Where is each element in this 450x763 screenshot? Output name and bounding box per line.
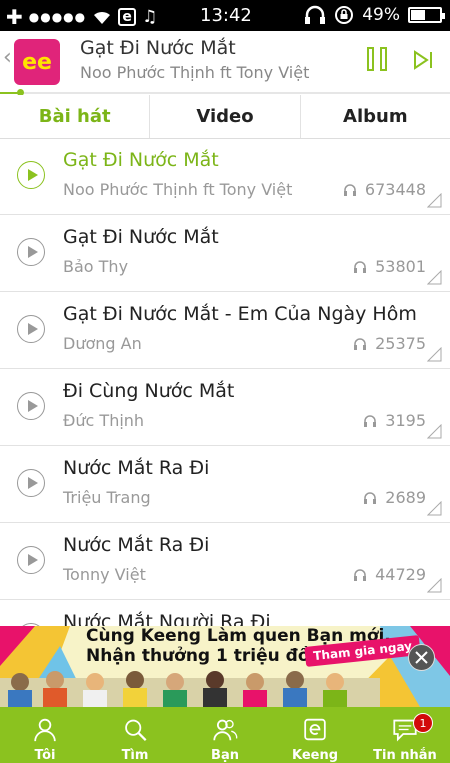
headphones-icon (354, 568, 367, 581)
pause-button[interactable] (367, 47, 391, 73)
headphones-icon (364, 491, 377, 504)
add-icon: ✚ (6, 5, 23, 29)
song-artist: Noo Phước Thịnh ft Tony Việt (63, 180, 293, 199)
nav-tim[interactable]: Tìm (90, 707, 180, 763)
person-icon (34, 718, 56, 742)
song-artist: Tonny Việt (63, 565, 146, 584)
listen-count: 673448 (343, 180, 426, 199)
tab-video[interactable]: Video (150, 95, 301, 138)
wifi-icon (94, 11, 111, 24)
song-row[interactable]: Nước Mắt Ra Đi Tonny Việt 44729 (0, 523, 450, 600)
more-options-icon[interactable] (427, 347, 442, 362)
song-row[interactable]: Gạt Đi Nước Mắt Noo Phước Thịnh ft Tony V… (0, 138, 450, 215)
play-icon[interactable] (17, 392, 45, 420)
ad-close-button[interactable] (408, 644, 435, 671)
tab-bar: Bài hát Video Album (0, 95, 450, 139)
more-options-icon[interactable] (427, 578, 442, 593)
song-title: Gạt Đi Nước Mắt - Em Của Ngày Hôm (63, 303, 417, 325)
listen-count: 53801 (353, 257, 426, 276)
more-options-icon[interactable] (427, 193, 442, 208)
song-title: Gạt Đi Nước Mắt (63, 149, 219, 171)
song-title: Gạt Đi Nước Mắt (63, 226, 219, 248)
listen-count: 2689 (363, 488, 426, 507)
status-bar: ✚ ●●●●● e ♫ 13:42 49% (0, 0, 450, 31)
more-options-icon[interactable] (427, 270, 442, 285)
now-playing-title: Gạt Đi Nước Mắt (80, 37, 236, 59)
listen-count: 44729 (353, 565, 426, 584)
playback-progress[interactable] (0, 92, 450, 94)
nav-ban[interactable]: Bạn (180, 707, 270, 763)
ad-banner[interactable]: Cùng Keeng Làm quen Bạn mới. Nhận thưởng… (0, 626, 450, 707)
song-title: Nước Mắt Ra Đi (63, 534, 210, 556)
headphones-icon (364, 414, 377, 427)
close-icon (415, 651, 428, 664)
tab-bai-hat[interactable]: Bài hát (0, 95, 151, 138)
play-icon[interactable] (17, 315, 45, 343)
song-title: Đi Cùng Nước Mắt (63, 380, 235, 402)
back-chevron-icon[interactable]: ‹ (3, 45, 12, 70)
keeng-notification-icon: e (118, 8, 137, 26)
battery-percent: 49% (362, 5, 400, 25)
play-icon[interactable] (17, 238, 45, 266)
keeng-icon (304, 718, 326, 741)
nav-toi[interactable]: Tôi (0, 707, 90, 763)
app-logo: ee (14, 39, 60, 85)
song-artist: Dương An (63, 334, 142, 353)
headphones-icon (305, 5, 326, 24)
song-row[interactable]: Nước Mắt Ra Đi Triệu Trang 2689 (0, 446, 450, 523)
next-track-icon[interactable] (412, 49, 434, 71)
song-artist: Triệu Trang (63, 488, 151, 507)
song-row[interactable]: Gạt Đi Nước Mắt - Em Của Ngày Hôm Dương A… (0, 292, 450, 369)
play-icon[interactable] (17, 546, 45, 574)
song-title: Nước Mắt Người Ra Đi (63, 611, 271, 626)
nav-keeng[interactable]: Keeng (270, 707, 360, 763)
friends-icon (213, 719, 238, 741)
song-row[interactable]: Gạt Đi Nước Mắt Bảo Thy 53801 (0, 215, 450, 292)
song-row[interactable]: Nước Mắt Người Ra Đi (0, 600, 450, 626)
battery-icon (408, 7, 445, 23)
play-icon[interactable] (17, 469, 45, 497)
signal-icon: ●●●●● (28, 10, 87, 24)
rotation-lock-icon (335, 6, 354, 24)
headphones-icon (354, 260, 367, 273)
headphones-icon (354, 337, 367, 350)
more-options-icon[interactable] (427, 424, 442, 439)
now-playing-artist: Noo Phước Thịnh ft Tony Việt (80, 63, 310, 82)
tab-album[interactable]: Album (301, 95, 450, 138)
music-note-icon: ♫ (142, 7, 158, 27)
play-icon[interactable] (17, 161, 45, 189)
now-playing-bar[interactable]: ‹ ee Gạt Đi Nước Mắt Noo Phước Thịnh ft … (0, 31, 450, 93)
song-artist: Bảo Thy (63, 257, 129, 276)
battery-level (411, 10, 425, 20)
nav-tin-nhan[interactable]: 1 Tin nhắn (360, 707, 450, 763)
song-title: Nước Mắt Ra Đi (63, 457, 210, 479)
listen-count: 25375 (353, 334, 426, 353)
message-badge: 1 (413, 713, 433, 733)
listen-count: 3195 (363, 411, 426, 430)
more-options-icon[interactable] (427, 501, 442, 516)
headphones-icon (343, 183, 356, 196)
song-row[interactable]: Đi Cùng Nước Mắt Đức Thịnh 3195 (0, 369, 450, 446)
search-icon (125, 719, 147, 742)
song-list[interactable]: Gạt Đi Nước Mắt Noo Phước Thịnh ft Tony V… (0, 138, 450, 626)
bottom-nav: Tôi Tìm Bạn Keeng 1 Tin nhắn (0, 707, 450, 763)
pause-icon (367, 47, 374, 71)
song-artist: Đức Thịnh (63, 411, 145, 430)
status-time: 13:42 (200, 5, 252, 26)
